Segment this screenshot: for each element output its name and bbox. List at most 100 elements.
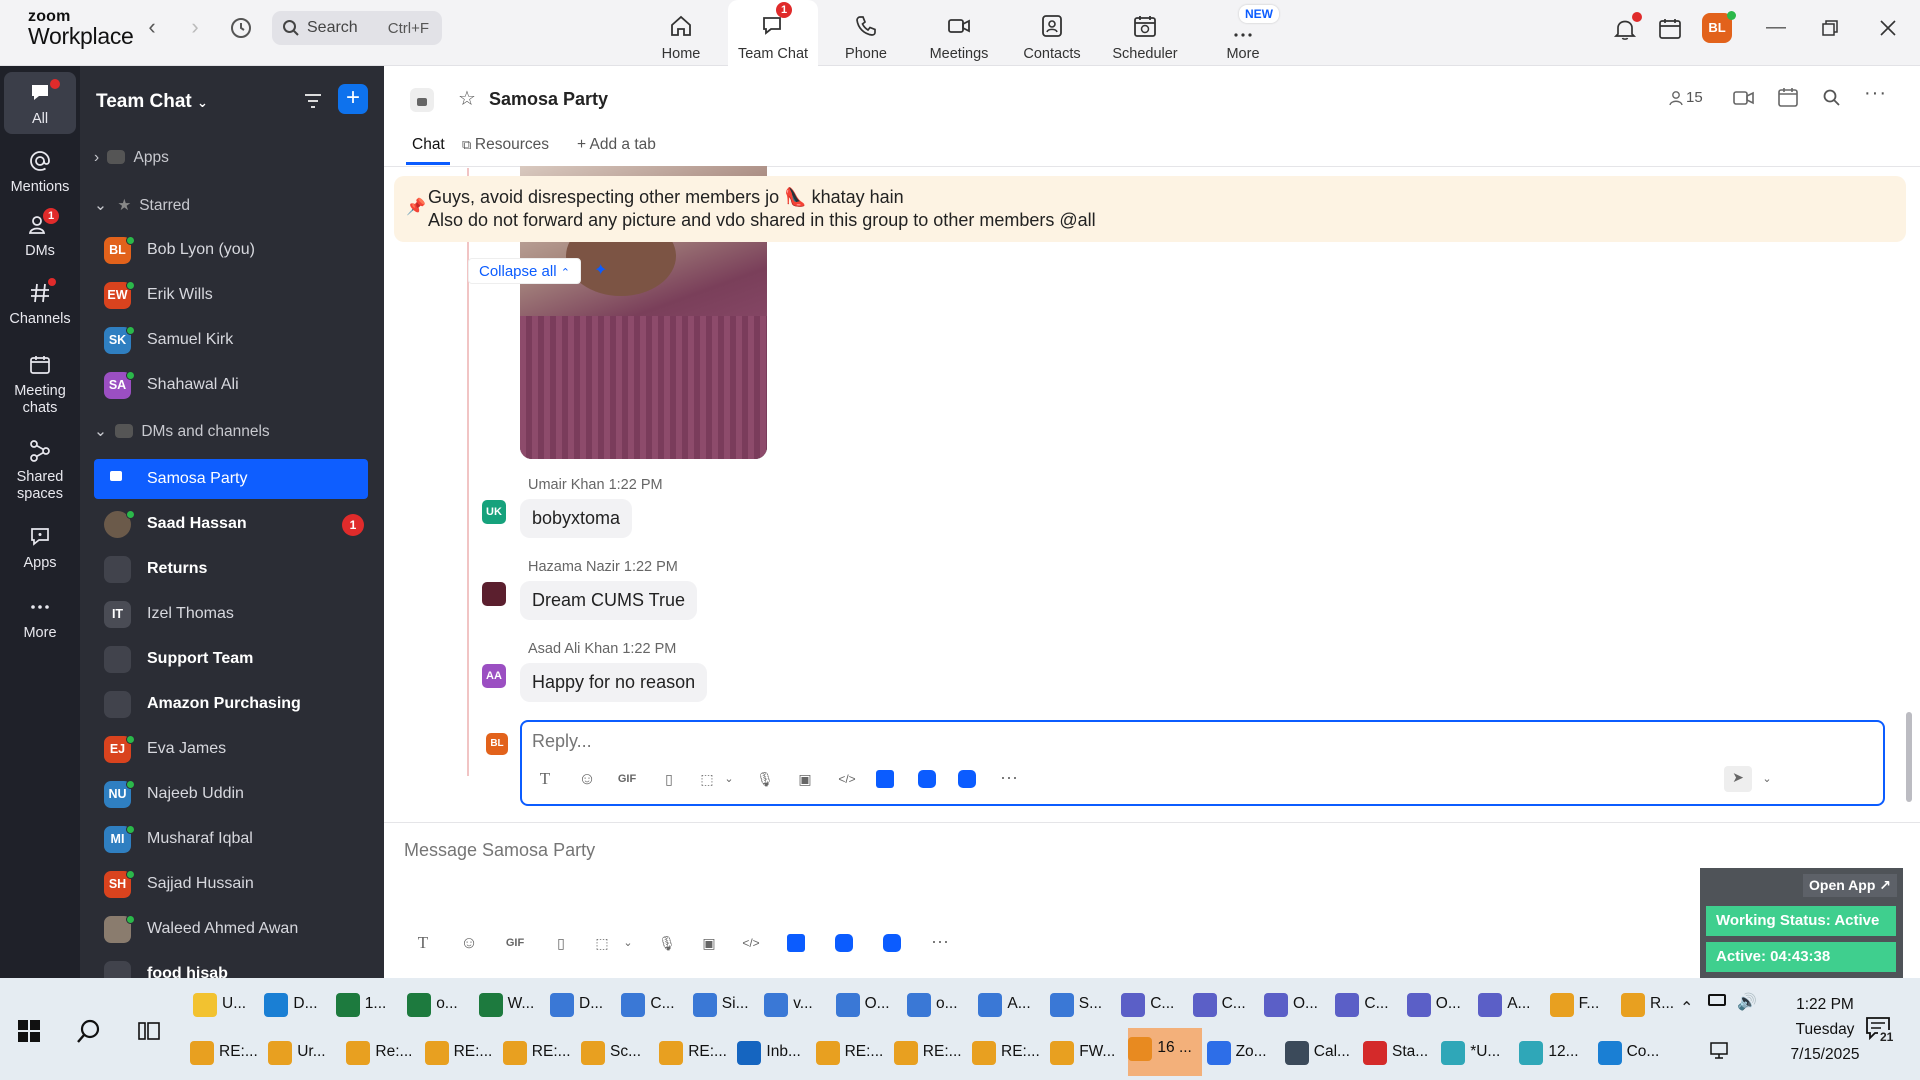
scrollbar[interactable] <box>1906 712 1912 802</box>
member-count[interactable]: 15 <box>1686 89 1703 106</box>
calendar-icon[interactable] <box>1657 16 1683 42</box>
message-bubble[interactable]: Dream CUMS True <box>520 581 698 620</box>
ai-sparkle-icon[interactable]: ✦ <box>594 260 607 280</box>
app-icon[interactable] <box>876 770 894 788</box>
format-text-icon[interactable]: T <box>412 932 434 954</box>
rail-meeting-chats[interactable]: Meeting chats <box>0 352 80 417</box>
app-icon[interactable] <box>958 770 976 788</box>
app-icon[interactable] <box>835 934 853 952</box>
apps-section[interactable]: › Apps <box>94 149 169 167</box>
message-bubble[interactable]: bobyxtoma <box>520 499 633 538</box>
minimize-icon[interactable]: — <box>1764 16 1788 40</box>
starred-section[interactable]: ⌄ ★ Starred <box>94 196 190 215</box>
avatar[interactable]: AA <box>482 664 506 688</box>
chevron-down-icon[interactable]: ⌄ <box>617 932 639 954</box>
nav-contacts[interactable]: Contacts <box>1007 0 1097 66</box>
nav-phone[interactable]: Phone <box>821 0 911 66</box>
sidebar-item-saad-hassan[interactable]: Saad Hassan 1 <box>94 504 368 544</box>
avatar[interactable] <box>482 582 506 606</box>
microphone-icon[interactable]: 🎙 <box>656 932 678 954</box>
avatar[interactable]: UK <box>482 500 506 524</box>
microphone-icon[interactable]: 🎙 <box>754 768 776 790</box>
gif-icon[interactable]: GIF <box>616 768 638 790</box>
sidebar-item-waleed-ahmed-awan[interactable]: Waleed Ahmed Awan <box>94 909 368 949</box>
more-options-icon[interactable]: ··· <box>1864 82 1887 105</box>
back-icon[interactable]: ‹ <box>140 16 164 40</box>
channel-title[interactable]: Samosa Party <box>489 89 608 110</box>
pinned-message[interactable]: 📌 Guys, avoid disrespecting other member… <box>394 176 1906 242</box>
emoji-icon[interactable]: ☺ <box>576 768 598 790</box>
sidebar-title[interactable]: Team Chat ⌄ <box>96 91 208 113</box>
video-message-icon[interactable]: ▣ <box>698 932 720 954</box>
nav-scheduler[interactable]: Scheduler <box>1100 0 1190 66</box>
close-icon[interactable] <box>1878 18 1898 38</box>
emoji-icon[interactable]: ☺ <box>458 932 480 954</box>
forward-icon[interactable]: › <box>183 16 207 40</box>
sidebar-item-samuel-kirk[interactable]: SK Samuel Kirk <box>94 320 368 360</box>
volume-icon[interactable]: 🔊 <box>1737 992 1757 1012</box>
taskbar-window[interactable]: 16 ... <box>1128 1028 1203 1076</box>
video-message-icon[interactable]: ▣ <box>794 768 816 790</box>
reply-box[interactable]: T ☺ GIF ▯ ⬚ ⌄ 🎙 ▣ </> ··· ➤ ⌄ <box>520 720 1885 806</box>
rail-dms[interactable]: DMs 1 <box>0 208 80 260</box>
sidebar-item-najeeb-uddin[interactable]: NU Najeeb Uddin <box>94 774 368 814</box>
rail-mentions[interactable]: Mentions <box>0 148 80 196</box>
nav-home[interactable]: Home <box>636 0 726 66</box>
search-icon[interactable] <box>75 1018 103 1046</box>
clock[interactable]: 1:22 PM Tuesday 7/15/2025 <box>1770 992 1880 1067</box>
open-app-button[interactable]: Open App ↗ <box>1803 874 1897 897</box>
task-view-icon[interactable] <box>137 1019 161 1043</box>
sidebar-item-sajjad-hussain[interactable]: SH Sajjad Hussain <box>94 864 368 904</box>
more-icon[interactable]: ··· <box>998 766 1020 788</box>
battery-icon[interactable] <box>1708 994 1726 1006</box>
app-icon[interactable] <box>883 934 901 952</box>
message-author[interactable]: Umair Khan <box>528 477 605 493</box>
rail-shared-spaces[interactable]: Shared spaces <box>0 438 80 503</box>
screenshot-icon[interactable]: ⬚ <box>591 932 613 954</box>
message-input[interactable] <box>404 838 1404 862</box>
restore-icon[interactable] <box>1820 18 1840 38</box>
message-author[interactable]: Hazama Nazir <box>528 559 620 575</box>
sidebar-item-samosa-party[interactable]: Samosa Party <box>94 459 368 499</box>
sidebar-item-eva-james[interactable]: EJ Eva James <box>94 729 368 769</box>
search-box[interactable]: Search Ctrl+F <box>272 11 442 45</box>
file-icon[interactable]: ▯ <box>658 768 680 790</box>
sidebar-item-amazon-purchasing[interactable]: Amazon Purchasing <box>94 684 368 724</box>
sidebar-item-returns[interactable]: Returns <box>94 549 368 589</box>
screenshot-icon[interactable]: ⬚ <box>696 768 718 790</box>
chevron-down-icon[interactable]: ⌄ <box>1756 768 1778 790</box>
working-status[interactable]: Working Status: Active <box>1706 906 1896 936</box>
members-icon[interactable] <box>1669 90 1683 106</box>
file-icon[interactable]: ▯ <box>550 932 572 954</box>
video-call-icon[interactable] <box>1732 88 1756 108</box>
tab-add[interactable]: + Add a tab <box>577 136 656 154</box>
collapse-all-button[interactable]: Collapse all ⌃ <box>468 258 581 284</box>
star-icon[interactable]: ☆ <box>458 86 476 111</box>
format-text-icon[interactable]: T <box>534 768 556 790</box>
dms-section[interactable]: ⌄ DMs and channels <box>94 422 270 441</box>
filter-icon[interactable] <box>302 90 324 112</box>
sidebar-item-musharaf-iqbal[interactable]: MI Musharaf Iqbal <box>94 819 368 859</box>
history-icon[interactable] <box>229 16 253 40</box>
rail-more[interactable]: More <box>0 594 80 642</box>
sidebar-item-izel-thomas[interactable]: IT Izel Thomas <box>94 594 368 634</box>
sidebar-item-bob-lyon[interactable]: BL Bob Lyon (you) <box>94 230 368 270</box>
message-bubble[interactable]: Happy for no reason <box>520 663 708 702</box>
chevron-up-icon[interactable]: ⌃ <box>1680 998 1693 1018</box>
tab-chat[interactable]: Chat <box>412 136 445 154</box>
code-icon[interactable]: </> <box>836 768 858 790</box>
reply-input[interactable] <box>532 730 1532 752</box>
sidebar-item-shahawal-ali[interactable]: SA Shahawal Ali <box>94 365 368 405</box>
more-icon[interactable]: ··· <box>929 930 951 952</box>
message-author[interactable]: Asad Ali Khan <box>528 641 618 657</box>
windows-start-icon[interactable] <box>18 1020 40 1042</box>
network-icon[interactable] <box>1707 1042 1729 1060</box>
nav-meetings[interactable]: Meetings <box>914 0 1004 66</box>
schedule-icon[interactable] <box>1777 86 1799 108</box>
new-chat-button[interactable]: + <box>338 84 368 114</box>
sidebar-item-food-hisab[interactable]: food hisab <box>94 954 368 978</box>
search-icon[interactable] <box>1822 88 1842 108</box>
rail-apps[interactable]: Apps <box>0 524 80 572</box>
app-icon[interactable] <box>787 934 805 952</box>
code-icon[interactable]: </> <box>740 932 762 954</box>
